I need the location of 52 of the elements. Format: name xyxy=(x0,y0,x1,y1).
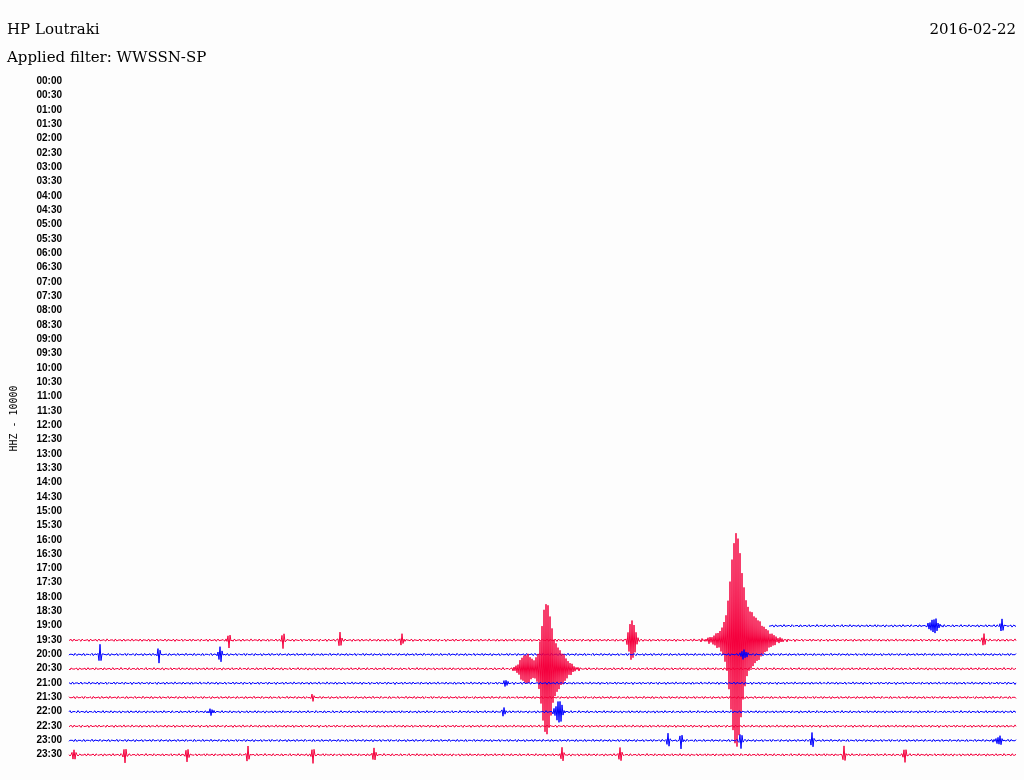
time-label: 08:30 xyxy=(36,317,62,332)
time-label: 03:30 xyxy=(36,174,62,189)
time-label: 15:00 xyxy=(36,503,62,518)
time-label: 04:30 xyxy=(36,202,62,217)
time-label: 15:30 xyxy=(36,518,62,533)
time-label: 20:00 xyxy=(36,647,62,662)
time-label: 00:00 xyxy=(36,74,62,88)
time-label: 23:00 xyxy=(36,733,62,748)
time-label: 22:30 xyxy=(36,718,62,733)
time-label: 00:30 xyxy=(36,88,62,103)
time-label: 22:00 xyxy=(36,704,62,719)
time-label: 06:00 xyxy=(36,245,62,260)
time-label: 12:00 xyxy=(36,417,62,432)
time-label: 11:00 xyxy=(36,389,62,404)
time-label: 16:30 xyxy=(36,546,62,561)
filter-label: Applied filter: WWSSN-SP xyxy=(7,48,208,66)
time-label: 14:00 xyxy=(36,475,62,490)
station-title: HP Loutraki xyxy=(7,20,100,38)
time-label: 21:30 xyxy=(36,690,62,705)
time-label: 10:30 xyxy=(36,374,62,389)
time-label: 01:30 xyxy=(36,117,62,131)
time-label: 08:00 xyxy=(36,303,62,318)
channel-axis-label: HHZ - 10000 xyxy=(7,384,19,452)
time-label: 20:30 xyxy=(36,661,62,676)
time-label: 07:00 xyxy=(36,274,62,289)
time-label: 19:30 xyxy=(36,632,62,647)
time-label: 13:00 xyxy=(36,446,62,461)
time-label: 21:00 xyxy=(36,675,62,690)
time-label: 18:30 xyxy=(36,604,62,619)
time-label: 12:30 xyxy=(36,432,62,447)
time-label: 23:30 xyxy=(36,747,62,762)
time-label: 13:30 xyxy=(36,460,62,475)
time-label: 09:00 xyxy=(36,331,62,346)
time-label: 03:00 xyxy=(36,159,62,174)
time-label: 14:30 xyxy=(36,489,62,504)
time-label: 11:30 xyxy=(36,403,62,418)
time-label: 18:00 xyxy=(36,589,62,604)
time-label: 04:00 xyxy=(36,188,62,203)
time-label: 05:30 xyxy=(36,231,62,246)
date-label: 2016-02-22 xyxy=(929,20,1016,38)
time-label: 19:00 xyxy=(36,618,62,633)
time-label: 09:30 xyxy=(36,346,62,361)
time-label: 10:00 xyxy=(36,360,62,375)
time-label: 17:00 xyxy=(36,561,62,576)
time-label: 02:30 xyxy=(36,145,62,160)
time-label: 17:30 xyxy=(36,575,62,590)
time-label: 06:30 xyxy=(36,260,62,275)
time-label: 02:00 xyxy=(36,131,62,146)
time-label: 05:00 xyxy=(36,217,62,232)
time-label: 07:30 xyxy=(36,288,62,303)
time-label: 01:00 xyxy=(36,102,62,117)
time-label: 16:00 xyxy=(36,532,62,547)
